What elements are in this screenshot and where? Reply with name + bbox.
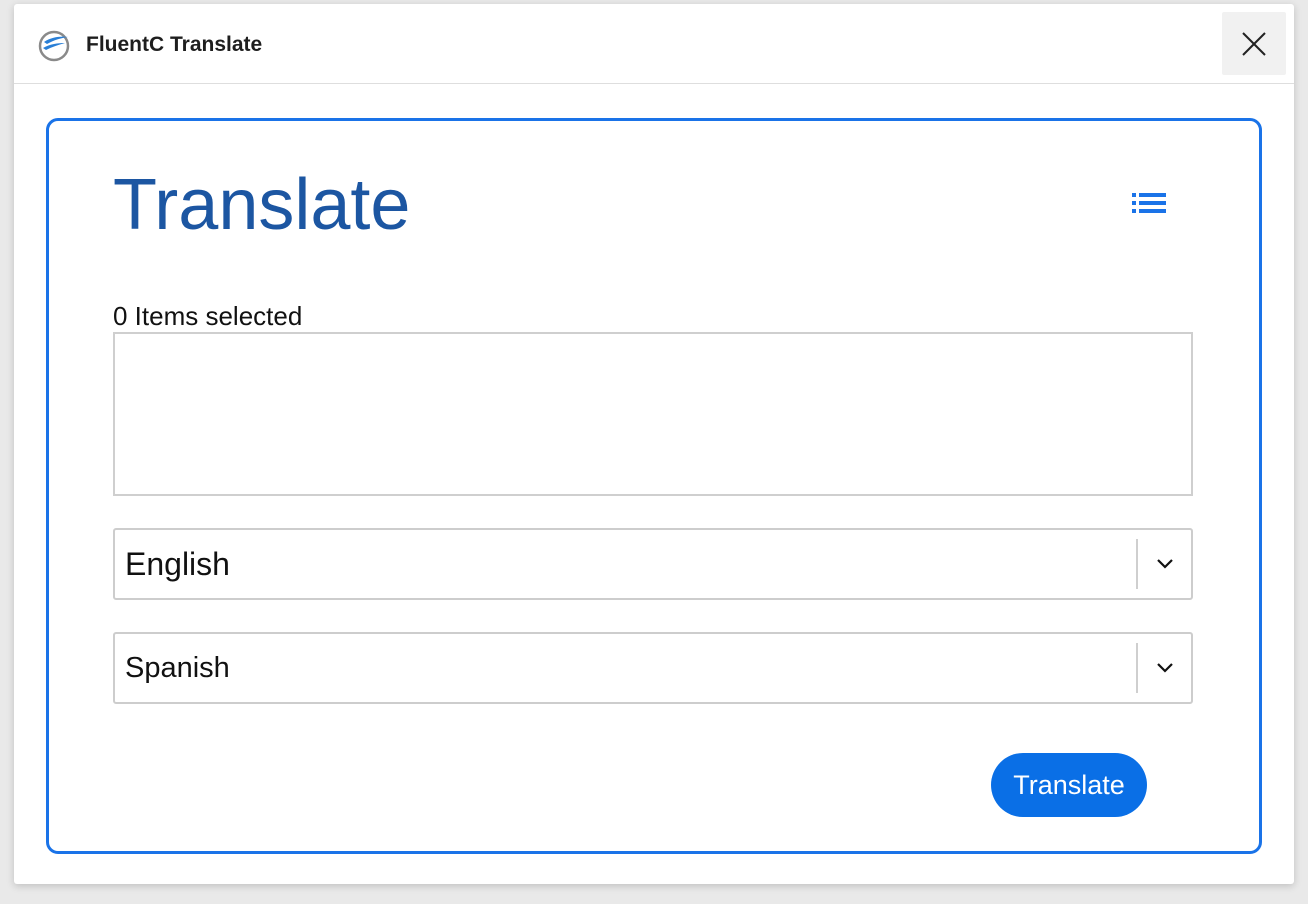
select-divider: [1136, 643, 1138, 693]
title-bar: FluentC Translate: [14, 4, 1294, 84]
select-divider: [1136, 539, 1138, 589]
page-title: Translate: [113, 165, 411, 245]
list-icon: [1132, 193, 1166, 213]
list-menu-button[interactable]: [1129, 187, 1173, 219]
chevron-down-icon[interactable]: [1155, 658, 1175, 678]
dialog-window: FluentC Translate Translate 0 Items sele…: [14, 4, 1294, 884]
target-language-select[interactable]: Spanish: [113, 632, 1193, 704]
selected-items-list[interactable]: [113, 332, 1193, 496]
chevron-down-icon[interactable]: [1155, 554, 1175, 574]
close-icon: [1242, 31, 1266, 56]
close-button[interactable]: [1222, 12, 1286, 75]
target-language-value: Spanish: [125, 652, 230, 684]
translate-panel: Translate 0 Items selected English Spani…: [46, 118, 1262, 854]
source-language-value: English: [125, 546, 230, 582]
translate-button[interactable]: Translate: [991, 753, 1147, 817]
items-selected-label: 0 Items selected: [113, 301, 303, 331]
source-language-select[interactable]: English: [113, 528, 1193, 600]
app-title: FluentC Translate: [86, 33, 263, 56]
fluentc-logo-icon: [38, 30, 70, 62]
